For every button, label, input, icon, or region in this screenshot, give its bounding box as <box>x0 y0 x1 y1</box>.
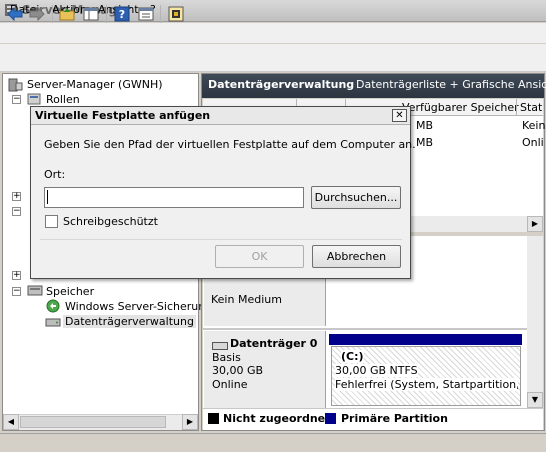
up-folder-icon[interactable] <box>58 5 76 23</box>
tree-expander[interactable]: − <box>12 207 21 216</box>
volume-row-avail[interactable]: MB <box>416 119 433 132</box>
help-icon[interactable]: ? <box>113 5 131 23</box>
scroll-down-arrow-icon[interactable]: ▼ <box>527 392 543 408</box>
text-cursor <box>47 190 48 204</box>
tree-item-root[interactable]: Server-Manager (GWNH) <box>27 78 163 91</box>
volume-c-name: (C:) <box>341 350 364 363</box>
cdrom-media-status: Kein Medium <box>211 293 282 306</box>
show-hide-tree-icon[interactable] <box>82 5 100 23</box>
cancel-button[interactable]: Abbrechen <box>312 245 401 268</box>
toolbar-separator <box>160 5 161 23</box>
status-bar <box>0 433 546 452</box>
browse-button[interactable]: Durchsuchen... <box>311 186 401 209</box>
readonly-checkbox[interactable] <box>45 215 58 228</box>
close-icon[interactable]: ✕ <box>392 109 407 122</box>
tree-scroll-thumb[interactable] <box>20 416 166 428</box>
tree-expander[interactable]: + <box>12 271 21 280</box>
legend-unallocated-swatch <box>208 413 219 424</box>
tree-item-disk-management[interactable]: Datenträgerverwaltung <box>63 315 196 328</box>
primary-partition-bar <box>329 334 522 345</box>
volume-c-status: Fehlerfrei (System, Startpartition, Aus <box>335 378 518 391</box>
disk0-type: Basis <box>212 351 241 364</box>
tree-item-roles[interactable]: Rollen <box>46 93 80 106</box>
tree-expander-storage[interactable]: − <box>12 287 21 296</box>
legend-unallocated: Nicht zugeordnet <box>223 412 331 425</box>
svg-text:?: ? <box>119 8 125 21</box>
volume-row-status[interactable]: Onli <box>522 136 544 149</box>
disk0-size: 30,00 GB <box>212 364 264 377</box>
column-status[interactable]: Stat <box>520 101 542 114</box>
storage-icon <box>27 283 43 300</box>
back-arrow-icon[interactable] <box>6 5 24 23</box>
scroll-right-arrow-icon[interactable]: ▶ <box>182 414 198 430</box>
tree-item-storage[interactable]: Speicher <box>46 285 94 298</box>
tool-icon[interactable] <box>167 5 185 23</box>
column-divider <box>516 99 517 116</box>
legend-primary: Primäre Partition <box>341 412 448 425</box>
disk-management-icon <box>45 315 61 332</box>
disk-separator <box>203 328 527 330</box>
ok-button[interactable]: OK <box>215 245 304 268</box>
tree-item-backup[interactable]: Windows Server-Sicherung <box>65 300 212 313</box>
properties-icon[interactable] <box>137 5 155 23</box>
disk0-name: Datenträger 0 <box>230 337 318 350</box>
volume-c-size: 30,00 GB NTFS <box>335 364 418 377</box>
scroll-left-arrow-icon[interactable]: ◀ <box>3 414 19 430</box>
volume-row-avail[interactable]: MB <box>416 136 433 149</box>
dialog-description: Geben Sie den Pfad der virtuellen Festpl… <box>44 138 416 151</box>
toolbar <box>0 44 546 72</box>
details-view-label: Datenträgerliste + Grafische Ansicht <box>356 78 546 91</box>
location-input[interactable] <box>44 187 304 208</box>
volume-row-status[interactable]: Kein <box>522 119 545 132</box>
forward-arrow-icon[interactable] <box>28 5 46 23</box>
tree-expander-roles[interactable]: − <box>12 95 21 104</box>
menu-bar <box>0 23 546 43</box>
location-label: Ort: <box>44 168 66 181</box>
column-available-space[interactable]: Verfügbarer Speicher <box>402 101 519 114</box>
scroll-right-arrow-icon[interactable]: ▶ <box>527 216 543 232</box>
server-icon <box>7 78 23 95</box>
legend-primary-swatch <box>325 413 336 424</box>
graphical-view-scrollbar[interactable] <box>527 236 543 408</box>
tree-expander[interactable]: + <box>12 192 21 201</box>
readonly-label[interactable]: Schreibgeschützt <box>63 215 158 228</box>
toolbar-separator <box>52 5 53 23</box>
details-title: Datenträgerverwaltung <box>208 78 355 91</box>
dialog-separator <box>40 239 402 240</box>
disk0-state: Online <box>212 378 248 391</box>
dialog-title: Virtuelle Festplatte anfügen <box>35 109 211 122</box>
toolbar-separator <box>106 5 107 23</box>
